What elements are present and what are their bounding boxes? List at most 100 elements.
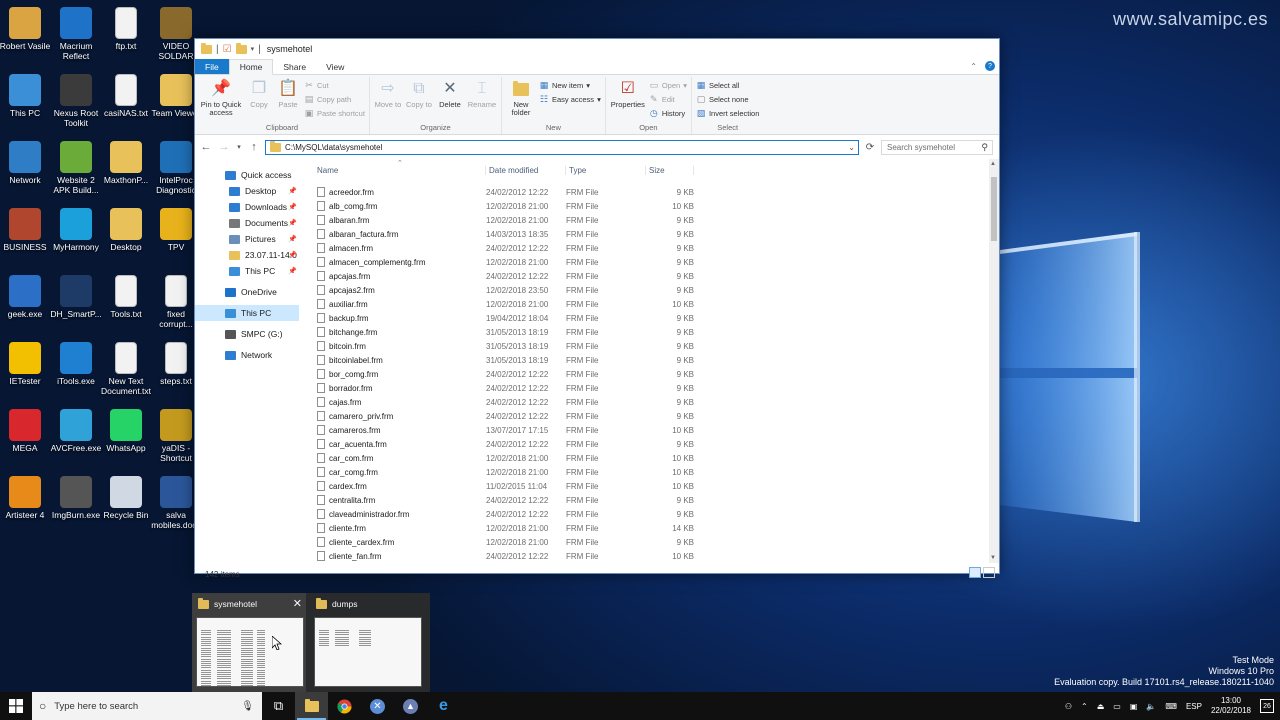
cut-button[interactable]: ✂ Cut <box>304 79 365 91</box>
table-row[interactable]: cliente_cardex.frm 12/02/2018 21:00 FRM Fi… <box>313 535 999 549</box>
people-icon[interactable]: ⚇ <box>1065 702 1072 711</box>
tab-file[interactable]: File <box>195 59 229 74</box>
properties-check-icon[interactable]: ☑ <box>223 44 232 55</box>
taskbar-search-input[interactable]: ○ Type here to search 🎙 <box>32 692 262 720</box>
copy-button[interactable]: ❐ Copy <box>246 77 272 123</box>
new-folder-button[interactable]: New folder <box>506 77 536 123</box>
language-indicator[interactable]: ESP <box>1186 702 1202 711</box>
table-row[interactable]: apcajas2.frm 12/02/2018 23:50 FRM File 9 KB <box>313 283 999 297</box>
desktop-icon[interactable]: ftp.txt <box>100 7 152 51</box>
volume-icon[interactable]: 🔈 <box>1146 702 1156 711</box>
desktop-icon[interactable]: AVCFree.exe <box>50 409 102 453</box>
paste-shortcut-button[interactable]: ▣ Paste shortcut <box>304 107 365 119</box>
xmind-icon[interactable]: ✕ <box>361 692 394 720</box>
file-explorer-icon[interactable] <box>295 692 328 720</box>
desktop-icon[interactable]: MaxthonP... <box>100 141 152 185</box>
recent-locations-chevron-icon[interactable]: ▾ <box>235 143 243 151</box>
table-row[interactable]: apcajas.frm 24/02/2012 12:22 FRM File 9 KB <box>313 269 999 283</box>
table-row[interactable]: camareros.frm 13/07/2017 17:15 FRM File 10 … <box>313 423 999 437</box>
history-button[interactable]: ◷ History <box>649 107 687 119</box>
table-row[interactable]: backup.frm 19/04/2012 18:04 FRM File 9 KB <box>313 311 999 325</box>
table-row[interactable]: cajas.frm 24/02/2012 12:22 FRM File 9 KB <box>313 395 999 409</box>
scroll-down-icon[interactable]: ▼ <box>990 555 996 561</box>
paste-button[interactable]: 📋 Paste <box>275 77 301 123</box>
desktop-icon[interactable]: BUSINESS <box>0 208 51 252</box>
thumbnail-sysmehotel[interactable]: sysmehotel ✕ <box>192 593 306 692</box>
nav-item[interactable]: OneDrive <box>195 284 299 300</box>
thumbnail-dumps[interactable]: dumps <box>310 593 424 692</box>
desktop-icon[interactable]: ImgBurn.exe <box>50 476 102 520</box>
file-list-pane[interactable]: ⌃ Name Date modified Type Size acreedor.… <box>299 159 999 563</box>
move-to-button[interactable]: ⇨ Move to <box>374 77 402 123</box>
desktop-icon[interactable]: MyHarmony <box>50 208 102 252</box>
desktop-icon[interactable]: Website 2 APK Build... <box>50 141 102 195</box>
nav-item[interactable]: Desktop 📌 <box>195 183 299 199</box>
tab-view[interactable]: View <box>316 59 354 74</box>
network-tray-icon[interactable]: ▣ <box>1130 702 1138 711</box>
chevron-down-icon[interactable]: ⌄ <box>848 143 855 152</box>
copy-path-button[interactable]: ▤ Copy path <box>304 93 365 105</box>
invert-selection-button[interactable]: ▧ Invert selection <box>696 107 760 119</box>
desktop-icon[interactable]: This PC <box>0 74 51 118</box>
easy-access-button[interactable]: ☷ Easy access ▾ <box>539 93 601 105</box>
desktop-icon[interactable]: MEGA <box>0 409 51 453</box>
nav-item[interactable]: SMPC (G:) <box>195 326 299 342</box>
table-row[interactable]: bor_comg.frm 24/02/2012 12:22 FRM File 9 KB <box>313 367 999 381</box>
select-none-button[interactable]: ▢ Select none <box>696 93 759 105</box>
new-item-button[interactable]: ▦ New item ▾ <box>539 79 601 91</box>
refresh-icon[interactable]: ⟳ <box>863 142 877 153</box>
new-folder-icon[interactable] <box>235 42 247 54</box>
table-row[interactable]: bitcoinlabel.frm 31/05/2013 18:19 FRM File… <box>313 353 999 367</box>
clock[interactable]: 13:00 22/02/2018 <box>1211 696 1251 716</box>
task-view-icon[interactable]: ⧉ <box>262 692 295 720</box>
tab-home[interactable]: Home <box>228 59 274 75</box>
app-icon[interactable]: ▲ <box>394 692 427 720</box>
edge-icon[interactable]: e <box>427 692 460 720</box>
scrollbar-thumb[interactable] <box>991 177 997 241</box>
desktop-icon[interactable]: DH_SmartP... <box>50 275 102 319</box>
table-row[interactable]: cliente_fan.frm 24/02/2012 12:22 FRM File 1… <box>313 549 999 563</box>
large-icons-view-icon[interactable] <box>983 567 995 578</box>
table-row[interactable]: alb_comg.frm 12/02/2018 21:00 FRM File 10 K… <box>313 199 999 213</box>
table-row[interactable]: borrador.frm 24/02/2012 12:22 FRM File 9 KB <box>313 381 999 395</box>
keyboard-icon[interactable]: ⌨ <box>1165 702 1177 711</box>
table-row[interactable]: cardex.frm 11/02/2015 11:04 FRM File 10 KB <box>313 479 999 493</box>
action-center-icon[interactable]: 26 <box>1260 699 1274 713</box>
desktop-icon[interactable]: Network <box>0 141 51 185</box>
table-row[interactable]: bitchange.frm 31/05/2013 18:19 FRM File 9 K… <box>313 325 999 339</box>
desktop-icon[interactable]: casiNAS.txt <box>100 74 152 118</box>
search-input[interactable]: Search sysmehotel ⚲ <box>881 139 993 155</box>
microphone-icon[interactable]: 🎙 <box>241 701 254 712</box>
desktop-icon[interactable]: Recycle Bin <box>100 476 152 520</box>
start-button[interactable] <box>0 692 32 720</box>
nav-item[interactable]: Downloads 📌 <box>195 199 299 215</box>
desktop-icon[interactable]: iTools.exe <box>50 342 102 386</box>
table-row[interactable]: claveadministrador.frm 24/02/2012 12:22 FR… <box>313 507 999 521</box>
desktop-icon[interactable]: New Text Document.txt <box>100 342 152 396</box>
desktop-icon[interactable]: IETester <box>0 342 51 386</box>
help-icon[interactable]: ? <box>985 61 995 71</box>
desktop-icon[interactable]: Tools.txt <box>100 275 152 319</box>
desktop-icon[interactable]: Macrium Reflect <box>50 7 102 61</box>
vertical-scrollbar[interactable]: ▲ ▼ <box>989 159 999 563</box>
desktop-icon[interactable]: geek.exe <box>0 275 51 319</box>
open-button[interactable]: ▭ Open ▾ <box>649 79 687 91</box>
table-row[interactable]: camarero_priv.frm 24/02/2012 12:22 FRM Fil… <box>313 409 999 423</box>
nav-item[interactable]: Documents 📌 <box>195 215 299 231</box>
pin-to-quick-access-button[interactable]: 📌 Pin to Quick access <box>199 77 243 123</box>
desktop-icon[interactable]: Desktop <box>100 208 152 252</box>
battery-icon[interactable]: ▭ <box>1113 702 1121 711</box>
desktop-icon[interactable]: Nexus Root Toolkit <box>50 74 102 128</box>
table-row[interactable]: centralita.frm 24/02/2012 12:22 FRM File 9 … <box>313 493 999 507</box>
table-row[interactable]: auxiliar.frm 12/02/2018 21:00 FRM File 10 K… <box>313 297 999 311</box>
tray-chevron-up-icon[interactable]: ⌃ <box>1081 702 1088 711</box>
table-row[interactable]: almacen.frm 24/02/2012 12:22 FRM File 9 KB <box>313 241 999 255</box>
details-view-icon[interactable] <box>969 567 981 578</box>
table-row[interactable]: car_comg.frm 12/02/2018 21:00 FRM File 10 K… <box>313 465 999 479</box>
table-row[interactable]: acreedor.frm 24/02/2012 12:22 FRM File 9 KB <box>313 185 999 199</box>
nav-item[interactable]: Pictures 📌 <box>195 231 299 247</box>
forward-arrow-icon[interactable]: → <box>217 141 231 153</box>
close-icon[interactable]: ✕ <box>293 597 302 610</box>
back-arrow-icon[interactable]: ← <box>199 141 213 153</box>
nav-item[interactable]: Network <box>195 347 299 363</box>
